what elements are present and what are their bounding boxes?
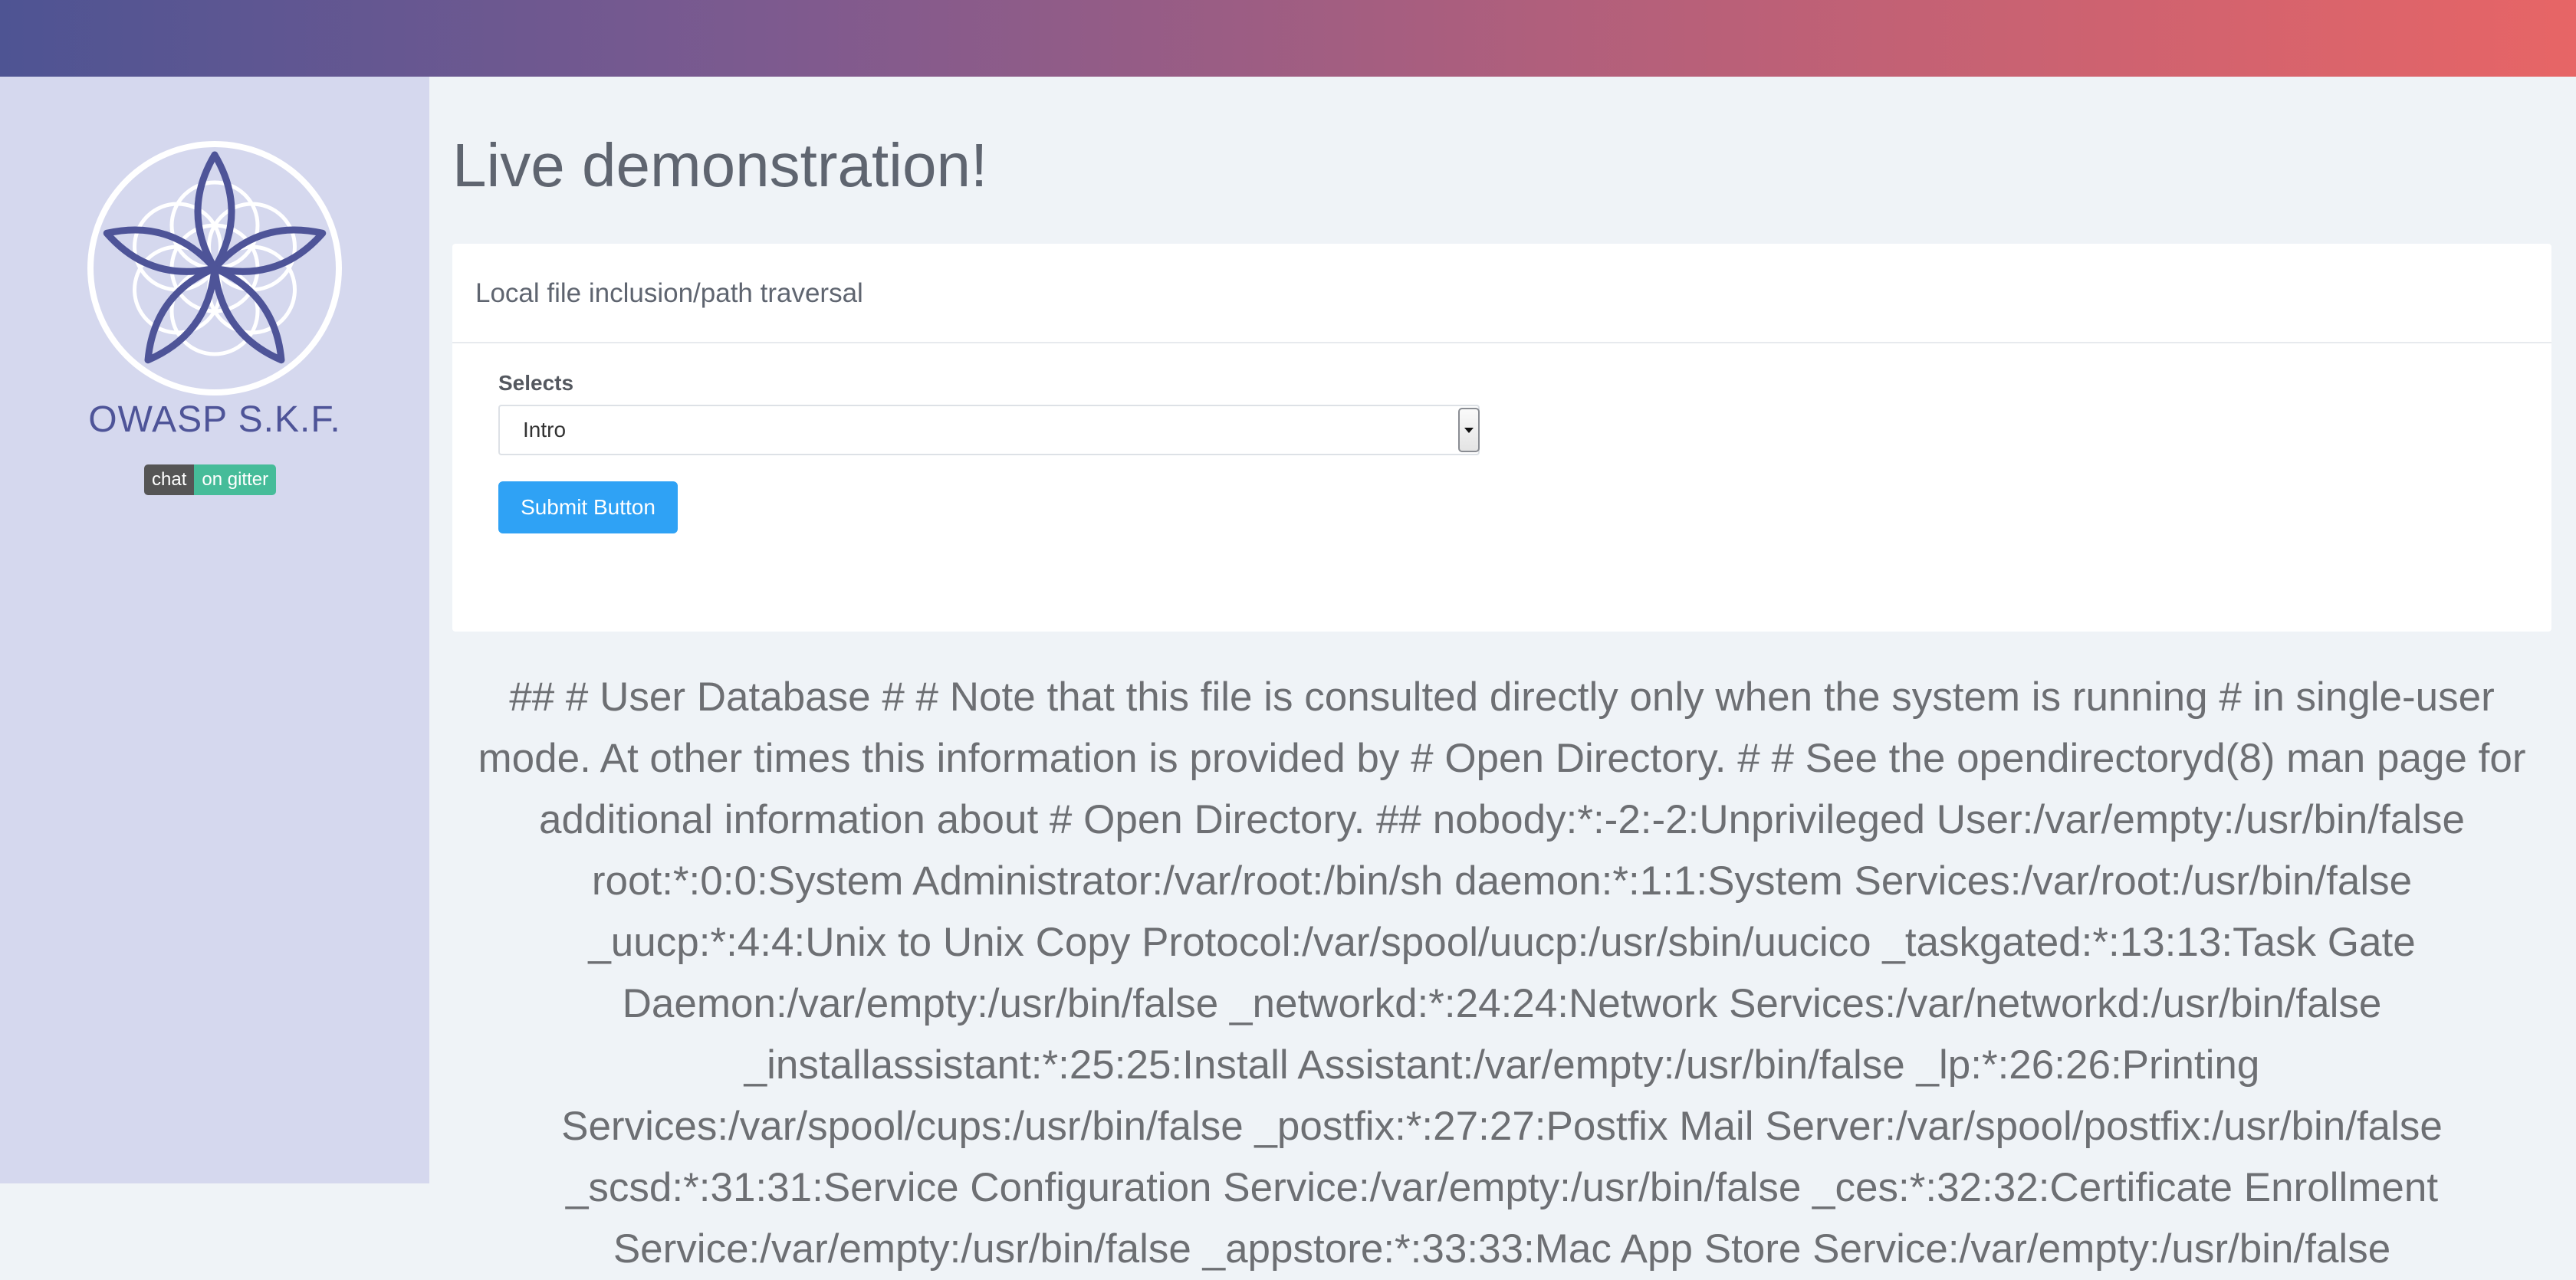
page-title: Live demonstration! <box>452 131 988 199</box>
select-label: Selects <box>498 371 574 395</box>
main-content: Live demonstration! Local file inclusion… <box>429 77 2576 1272</box>
file-output-text: ## # User Database # # Note that this fi… <box>478 674 2526 1272</box>
file-select[interactable]: Intro <box>498 405 1480 455</box>
submit-button[interactable]: Submit Button <box>498 481 678 533</box>
badge-gitter-label: on gitter <box>194 464 277 495</box>
form-panel: Local file inclusion/path traversal Sele… <box>452 244 2551 632</box>
flower-of-life-icon <box>87 141 342 395</box>
chevron-down-icon[interactable] <box>1458 408 1480 452</box>
sidebar: OWASP S.K.F. chat on gitter <box>0 77 429 1183</box>
top-banner <box>0 0 2576 77</box>
gitter-chat-badge[interactable]: chat on gitter <box>144 464 277 495</box>
panel-header: Local file inclusion/path traversal <box>452 244 2551 343</box>
brand-name: OWASP S.K.F. <box>88 399 341 440</box>
badge-chat-label: chat <box>144 464 195 495</box>
select-value: Intro <box>523 418 567 441</box>
